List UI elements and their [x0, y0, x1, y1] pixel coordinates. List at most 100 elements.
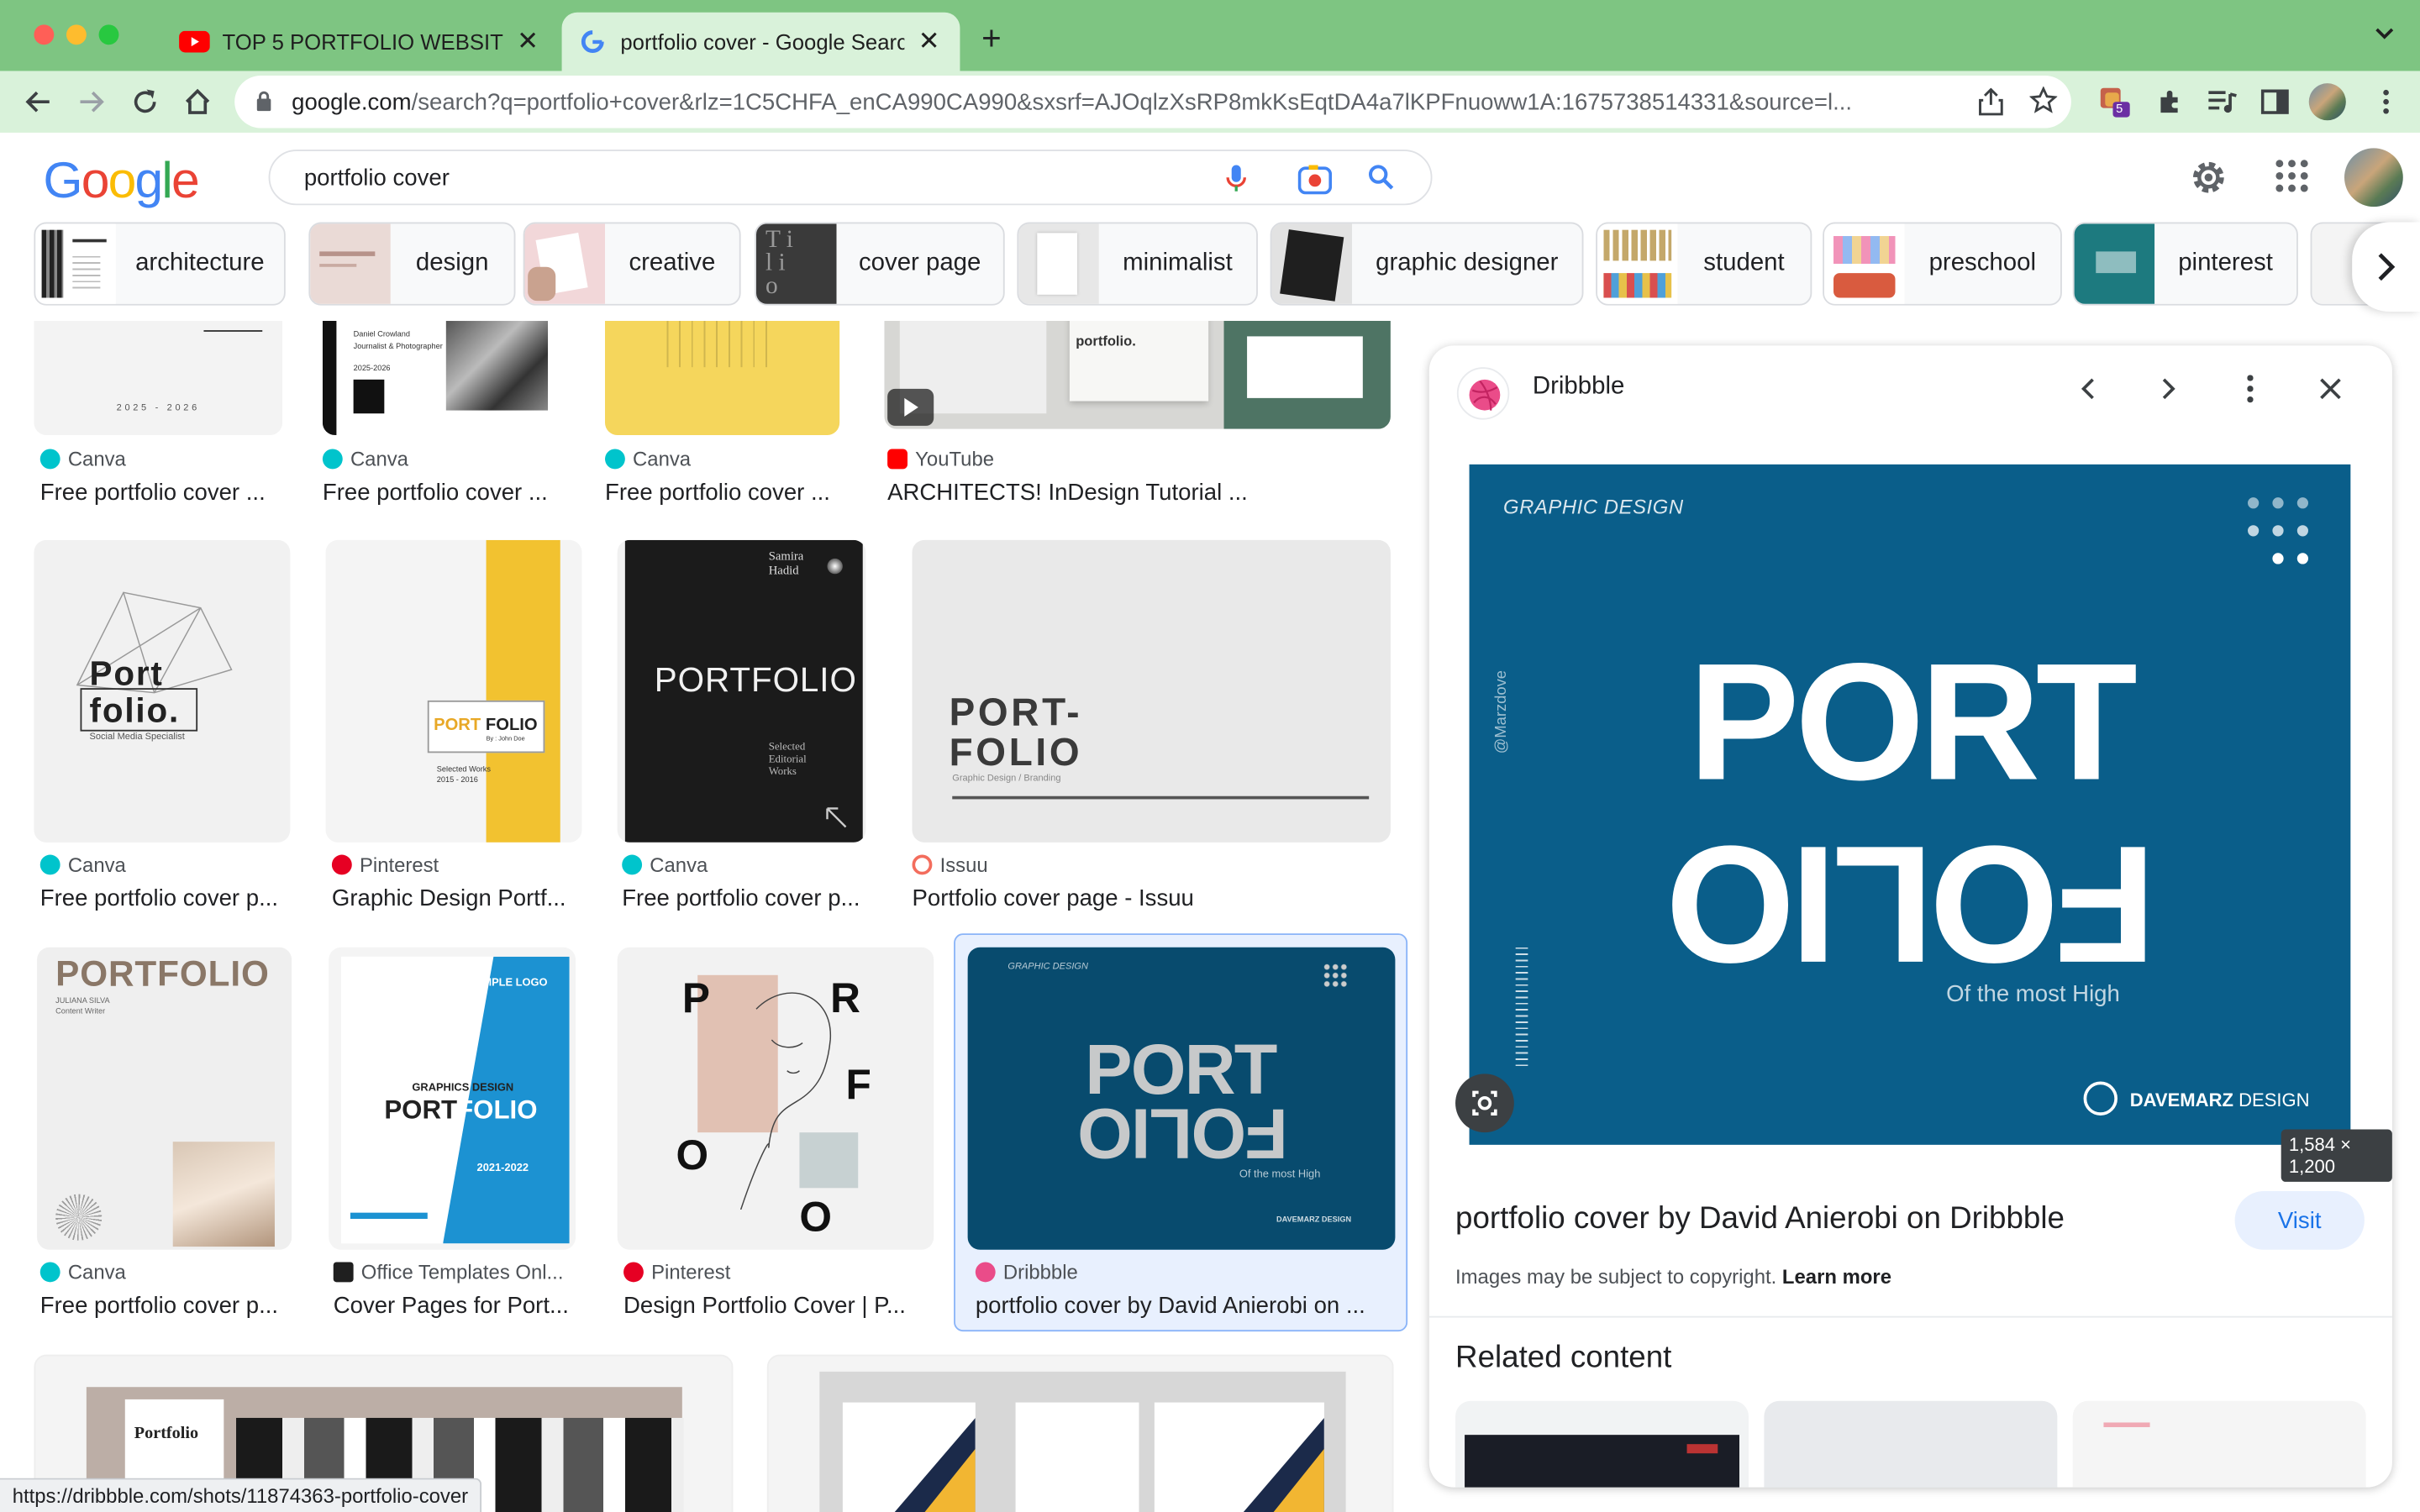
media-controls-icon[interactable]	[2204, 83, 2241, 120]
extensions-puzzle-icon[interactable]	[2151, 83, 2188, 120]
result-image[interactable]: PORTFOLIO JULIANA SILVA Content Writer	[37, 947, 292, 1250]
result-title[interactable]: Graphic Design Portf...	[332, 885, 566, 911]
result-title[interactable]: portfolio cover by David Anierobi on ...	[976, 1293, 1365, 1319]
result-source[interactable]: Canva	[39, 448, 126, 470]
related-card[interactable]	[1764, 1400, 2058, 1488]
result-image[interactable]	[766, 1354, 1394, 1512]
side-panel-icon[interactable]	[2256, 83, 2293, 120]
dribbble-icon[interactable]	[1456, 367, 1510, 420]
home-icon[interactable]	[179, 83, 216, 120]
result-image-selected[interactable]: GRAPHIC DESIGN PORT FOLIO Of the most Hi…	[967, 947, 1396, 1250]
lens-search-icon[interactable]	[1455, 1074, 1514, 1133]
learn-more-link[interactable]: Learn more	[1782, 1265, 1891, 1289]
chip-design[interactable]: design	[308, 222, 516, 306]
result-source[interactable]: Canva	[322, 448, 408, 470]
chip-graphic-designer[interactable]: graphic designer	[1270, 222, 1584, 306]
result-source[interactable]: Canva	[39, 853, 126, 876]
chip-architecture[interactable]: architecture	[34, 222, 286, 306]
preview-title[interactable]: portfolio cover by David Anierobi on Dri…	[1455, 1202, 2065, 1237]
result-title[interactable]: Free portfolio cover ...	[605, 480, 830, 506]
result-title[interactable]: ARCHITECTS! InDesign Tutorial ...	[887, 480, 1248, 506]
chip-student[interactable]: student	[1596, 222, 1812, 306]
result-image[interactable]	[604, 321, 840, 435]
dots-pattern	[2244, 496, 2312, 570]
chip-pinterest[interactable]: pinterest	[2072, 222, 2298, 306]
lock-icon[interactable]	[256, 91, 271, 112]
chip-minimalist[interactable]: minimalist	[1017, 222, 1258, 306]
next-result-icon[interactable]	[2144, 364, 2193, 413]
browser-menu-icon[interactable]	[2368, 83, 2405, 120]
tab-search-chevron-icon[interactable]	[2374, 22, 2396, 46]
result-image[interactable]: PORT FOLIO By : John Doe Selected Works …	[325, 539, 582, 843]
zoom-window-button[interactable]	[98, 24, 119, 45]
search-icon[interactable]	[1367, 164, 1395, 199]
result-image[interactable]: 2025 - 2026	[34, 321, 283, 435]
result-title[interactable]: Free portfolio cover p...	[40, 1293, 278, 1319]
chips-next-chevron-icon[interactable]	[2352, 222, 2420, 312]
result-title[interactable]: Free portfolio cover p...	[622, 885, 860, 911]
result-source[interactable]: Canva	[39, 1261, 126, 1284]
url-text[interactable]: google.com/search?q=portfolio+cover&rlz=…	[292, 90, 1959, 116]
settings-gear-icon[interactable]	[2188, 157, 2228, 197]
related-card[interactable]	[2072, 1400, 2366, 1488]
result-title[interactable]: Design Portfolio Cover | P...	[623, 1293, 906, 1319]
close-window-button[interactable]	[34, 24, 55, 45]
result-title[interactable]: Free portfolio cover p...	[40, 885, 278, 911]
result-image[interactable]: SAMPLE LOGO GRAPHICS DESIGN PORTFOLIO 20…	[329, 947, 576, 1250]
result-image[interactable]: P R F O O	[617, 947, 934, 1250]
more-options-icon[interactable]	[2226, 364, 2275, 413]
account-avatar[interactable]	[2344, 148, 2403, 207]
lens-camera-icon[interactable]	[1297, 164, 1333, 202]
chip-preschool[interactable]: preschool	[1823, 222, 2062, 306]
result-title[interactable]: Free portfolio cover ...	[40, 480, 266, 506]
hero-word-folio: FOLIO	[1670, 811, 2156, 999]
result-image[interactable]: Samira Hadid PORTFOLIO Selected Editoria…	[617, 539, 866, 843]
result-source[interactable]: Pinterest	[623, 1261, 730, 1284]
forward-icon[interactable]	[74, 83, 111, 120]
address-bar[interactable]: google.com/search?q=portfolio+cover&rlz=…	[234, 75, 2071, 129]
canva-icon	[604, 449, 625, 470]
profile-avatar-small[interactable]	[2308, 83, 2346, 121]
chip-cover-page[interactable]: T il io cover page	[755, 222, 1005, 306]
bookmark-star-icon[interactable]	[2028, 86, 2058, 122]
previous-result-icon[interactable]	[2064, 364, 2113, 413]
related-search-chips: architecture design creative T il io cov…	[0, 222, 2420, 312]
result-source[interactable]: Dribbble	[975, 1261, 1078, 1284]
tab-youtube[interactable]: TOP 5 PORTFOLIO WEBSITES ✕	[160, 13, 559, 71]
reload-icon[interactable]	[127, 83, 164, 120]
result-image[interactable]: PORT- FOLIO Graphic Design / Branding	[912, 539, 1391, 843]
search-box[interactable]: portfolio cover	[268, 150, 1433, 206]
search-input[interactable]: portfolio cover	[304, 165, 450, 192]
result-source[interactable]: Office Templates Onl...	[333, 1261, 563, 1284]
result-source[interactable]: YouTube	[887, 448, 994, 470]
google-apps-icon[interactable]	[2275, 159, 2308, 192]
visit-button[interactable]: Visit	[2234, 1190, 2365, 1250]
result-source[interactable]: Issuu	[912, 853, 988, 876]
microphone-icon[interactable]	[1225, 164, 1247, 202]
thumb-text: Selected Works	[436, 765, 491, 775]
result-video-thumbnail[interactable]: portfolio.	[884, 321, 1391, 429]
new-tab-icon[interactable]: +	[981, 21, 1002, 55]
back-icon[interactable]	[18, 83, 55, 120]
preview-site-name[interactable]: Dribbble	[1533, 373, 1624, 401]
result-source[interactable]: Canva	[622, 853, 708, 876]
related-card[interactable]	[1455, 1400, 1749, 1488]
result-title[interactable]: Portfolio cover page - Issuu	[913, 885, 1194, 911]
result-source[interactable]: Pinterest	[331, 853, 439, 876]
result-source[interactable]: Canva	[604, 448, 691, 470]
close-tab-icon[interactable]: ✕	[917, 26, 941, 57]
result-image[interactable]: Daniel Crowland Journalist & Photographe…	[322, 321, 566, 435]
result-title[interactable]: Cover Pages for Port...	[334, 1293, 569, 1319]
chip-creative[interactable]: creative	[523, 222, 741, 306]
result-image[interactable]: Port folio. Social Media Specialist	[34, 539, 291, 843]
tab-google-search[interactable]: portfolio cover - Google Search ✕	[561, 12, 960, 71]
extension-adblock-icon[interactable]: 5	[2096, 83, 2133, 120]
close-icon[interactable]	[2306, 364, 2355, 413]
result-title[interactable]: Free portfolio cover ...	[323, 480, 548, 506]
minimize-window-button[interactable]	[66, 24, 87, 45]
image-results-grid: 2025 - 2026 Daniel Crowland Journalist &…	[0, 321, 1420, 1512]
preview-image[interactable]: GRAPHIC DESIGN @Marzdove PORT FOLIO Of t…	[1469, 464, 2351, 1145]
close-tab-icon[interactable]: ✕	[515, 26, 539, 57]
google-logo[interactable]: Google	[43, 151, 199, 210]
share-icon[interactable]	[1979, 87, 2003, 123]
